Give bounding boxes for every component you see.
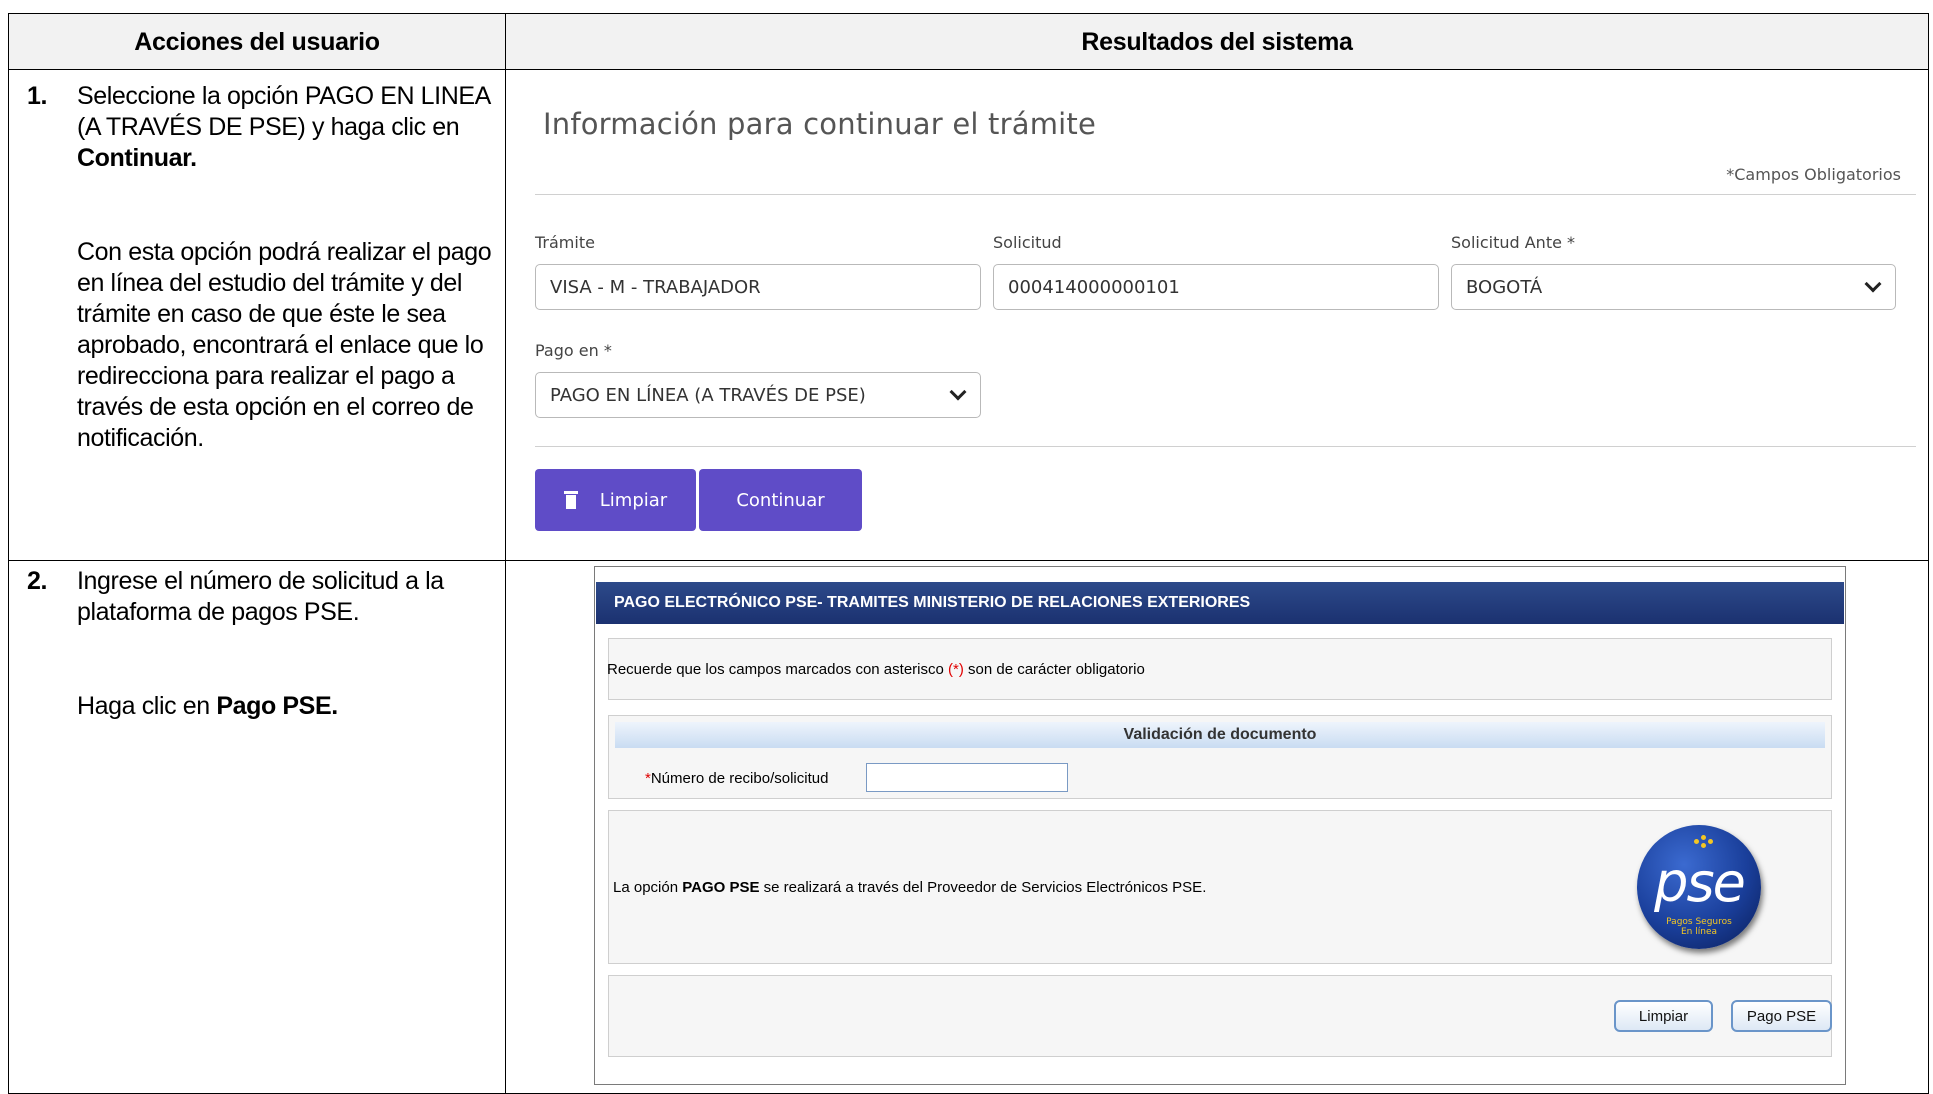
recibo-label: *Número de recibo/solicitud xyxy=(645,770,828,787)
step-text: Seleccione la opción PAGO EN LINEA (A TR… xyxy=(77,81,497,174)
step-bold-action: Continuar. xyxy=(77,144,197,172)
option-pre: La opción xyxy=(613,879,683,896)
table-header-row: Acciones del usuario Resultados del sist… xyxy=(9,14,1928,70)
step-text: Haga clic en Pago PSE. xyxy=(77,691,497,722)
chevron-down-icon xyxy=(1864,275,1882,293)
pse-notice-text: Recuerde que los campos marcados con ast… xyxy=(607,661,1145,678)
pse-notice-box: Recuerde que los campos marcados con ast… xyxy=(607,638,1832,700)
notice-pre: Recuerde que los campos marcados con ast… xyxy=(607,661,949,678)
step-explanation: Con esta opción podrá realizar el pago e… xyxy=(77,238,492,452)
step-number: 2. xyxy=(27,567,48,595)
continuar-label: Continuar xyxy=(736,489,825,511)
tramite-label: Trámite xyxy=(535,233,595,252)
validation-title: Validación de documento xyxy=(615,722,1825,748)
row-divider xyxy=(9,560,1928,561)
pse-validation-box: Validación de documento *Número de recib… xyxy=(608,715,1832,799)
instructions-table: Acciones del usuario Resultados del sist… xyxy=(8,13,1929,1094)
solicitud-field[interactable]: 000414000000101 xyxy=(993,264,1439,310)
chevron-down-icon xyxy=(949,383,967,401)
notice-post: son de carácter obligatorio xyxy=(963,661,1145,678)
pse-info-box: La opción PAGO PSE se realizará a través… xyxy=(608,810,1832,964)
pago-value: PAGO EN LÍNEA (A TRAVÉS DE PSE) xyxy=(550,384,866,406)
solicitud-ante-select[interactable]: BOGOTÁ xyxy=(1451,264,1896,310)
recibo-input[interactable] xyxy=(866,763,1068,792)
option-post: se realizará a través del Proveedor de S… xyxy=(759,879,1207,896)
pago-select[interactable]: PAGO EN LÍNEA (A TRAVÉS DE PSE) xyxy=(535,372,981,418)
option-bold: PAGO PSE xyxy=(682,879,760,896)
continuar-button[interactable]: Continuar xyxy=(699,469,862,531)
form-title: Información para continuar el trámite xyxy=(543,107,1097,141)
column-divider xyxy=(505,14,506,1093)
pago-label: Pago en * xyxy=(535,341,612,360)
pse-logo-sub2: En línea xyxy=(1680,927,1717,937)
pse-option-text: La opción PAGO PSE se realizará a través… xyxy=(613,879,1206,896)
solicitud-ante-value: BOGOTÁ xyxy=(1466,276,1543,298)
step-instruction: Seleccione la opción PAGO EN LINEA (A TR… xyxy=(77,82,490,141)
pse-payment-window: PAGO ELECTRÓNICO PSE- TRAMITES MINISTERI… xyxy=(594,566,1846,1085)
required-fields-note: *Campos Obligatorios xyxy=(1726,165,1901,184)
trash-icon xyxy=(563,491,578,509)
solicitud-value: 000414000000101 xyxy=(1008,276,1180,298)
step-bold-action: Pago PSE. xyxy=(216,692,338,720)
step-instruction: Ingrese el número de solicitud a la plat… xyxy=(77,567,444,626)
limpiar-label: Limpiar xyxy=(599,489,668,511)
solicitud-ante-label: Solicitud Ante * xyxy=(1451,233,1576,252)
pse-logo-subtitle: Pagos Seguros En línea xyxy=(1637,917,1761,937)
divider xyxy=(535,446,1916,447)
divider xyxy=(535,194,1916,195)
step-number: 1. xyxy=(27,82,48,110)
pago-pse-button[interactable]: Pago PSE xyxy=(1731,1000,1832,1032)
notice-asterisk: (*) xyxy=(948,661,964,678)
tramite-field[interactable]: VISA - M - TRABAJADOR xyxy=(535,264,981,310)
header-user-actions: Acciones del usuario xyxy=(134,27,380,56)
sun-icon xyxy=(1694,835,1714,849)
pse-actions-box: Limpiar Pago PSE xyxy=(608,975,1832,1057)
pse-logo-text: pse xyxy=(1654,851,1746,914)
header-system-results: Resultados del sistema xyxy=(1081,27,1353,56)
recibo-label-text: Número de recibo/solicitud xyxy=(650,770,829,787)
pse-logo: pse Pagos Seguros En línea xyxy=(1637,825,1761,949)
limpiar-button[interactable]: Limpiar xyxy=(535,469,696,531)
step-instruction-2: Haga clic en xyxy=(77,692,217,720)
pse-header: PAGO ELECTRÓNICO PSE- TRAMITES MINISTERI… xyxy=(596,582,1844,624)
tramite-value: VISA - M - TRABAJADOR xyxy=(550,276,761,298)
pse-logo-sub1: Pagos Seguros xyxy=(1666,917,1732,927)
solicitud-label: Solicitud xyxy=(993,233,1062,252)
pse-limpiar-button[interactable]: Limpiar xyxy=(1614,1000,1713,1032)
